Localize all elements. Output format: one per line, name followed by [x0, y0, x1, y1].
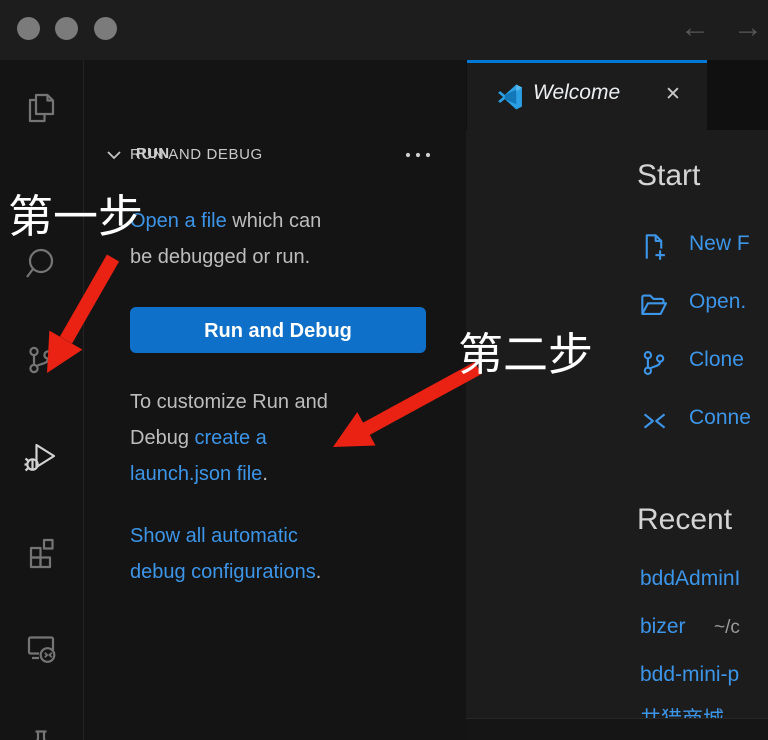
remote-explorer-icon — [23, 630, 59, 666]
more-actions-icon[interactable] — [400, 144, 436, 166]
recent-item-name[interactable]: bdd-mini-p — [640, 663, 739, 687]
show-all-configurations-text: Show all automatic debug configurations. — [130, 518, 440, 590]
forward-icon[interactable]: → — [733, 8, 763, 48]
start-heading: Start — [637, 159, 700, 193]
recent-item[interactable]: bddAdminI — [640, 557, 768, 605]
activity-item-remote-explorer[interactable] — [23, 630, 59, 666]
start-item-open[interactable]: Open. — [637, 276, 768, 334]
traffic-light-maximize-icon[interactable] — [94, 17, 117, 40]
recent-item-name[interactable]: 共猎商城 — [640, 703, 724, 718]
inline-link[interactable]: Open a file — [130, 210, 227, 232]
search-icon — [23, 246, 59, 282]
inline-text: Debug — [130, 427, 195, 449]
inline-link[interactable]: launch.json file — [130, 463, 262, 485]
open-folder-icon — [639, 290, 669, 325]
inline-link[interactable]: Show all automatic — [130, 525, 298, 547]
sidebar-run-and-debug: RUN AND DEBUG RUN Open a file which canb… — [83, 60, 466, 740]
back-icon[interactable]: ← — [680, 8, 710, 48]
recent-item-path: ~/c — [714, 617, 740, 639]
start-item-clone[interactable]: Clone — [637, 334, 768, 392]
inline-link[interactable]: create a — [195, 427, 267, 449]
tab-bar: Welcome ✕ — [466, 60, 768, 130]
start-item-label[interactable]: Open. — [689, 290, 746, 314]
traffic-light-minimize-icon[interactable] — [55, 17, 78, 40]
recent-item-name[interactable]: bizer — [640, 615, 686, 639]
titlebar: ← → — [0, 0, 768, 60]
start-item-label[interactable]: Conne — [689, 406, 751, 430]
start-item-label[interactable]: Clone — [689, 348, 744, 372]
editor-area: Welcome ✕ Start New F — [466, 60, 768, 740]
start-item-connect[interactable]: Conne — [637, 392, 768, 450]
run-and-debug-button[interactable]: Run and Debug — [130, 307, 426, 353]
connect-icon — [639, 406, 669, 441]
run-section-header[interactable]: RUN — [136, 145, 169, 162]
activity-item-testing[interactable] — [23, 726, 59, 740]
recent-heading: Recent — [637, 503, 732, 537]
testing-icon — [23, 726, 59, 740]
run-and-debug-icon — [23, 438, 59, 474]
new-file-icon — [639, 232, 669, 267]
activity-item-explorer[interactable] — [23, 90, 59, 126]
inline-text: be debugged or run. — [130, 246, 310, 268]
extensions-icon — [23, 534, 59, 570]
activity-item-search[interactable] — [23, 246, 59, 282]
start-item-label[interactable]: New F — [689, 232, 750, 256]
recent-item[interactable]: bdd-mini-p — [640, 653, 768, 701]
tab-label: Welcome — [533, 81, 620, 105]
activity-item-source-control[interactable] — [23, 342, 59, 378]
inline-text: which can — [227, 210, 322, 232]
source-control-icon — [23, 342, 59, 378]
inline-text: . — [316, 561, 322, 583]
start-list: New F Open. Clone — [637, 218, 768, 450]
customize-hint-text: To customize Run and Debug create a launch… — [130, 384, 440, 492]
vscode-logo-icon — [496, 83, 524, 116]
close-icon[interactable]: ✕ — [665, 83, 681, 106]
clone-repo-icon — [639, 348, 669, 383]
explorer-icon — [23, 90, 59, 126]
inline-text: To customize Run and — [130, 391, 328, 413]
tab-welcome[interactable]: Welcome ✕ — [467, 60, 707, 130]
activity-item-extensions[interactable] — [23, 534, 59, 570]
inline-text: . — [262, 463, 268, 485]
open-file-hint-text: Open a file which can be debugged or run. — [130, 203, 440, 275]
recent-item-clipped[interactable]: 共猎商城 — [640, 701, 768, 718]
recent-item[interactable]: bizer ~/c — [640, 605, 768, 653]
vscode-window: ← → — [0, 0, 768, 740]
inline-link[interactable]: debug configurations — [130, 561, 316, 583]
editor-bottom-strip — [466, 718, 768, 740]
activity-item-run-and-debug[interactable] — [23, 438, 59, 474]
recent-item-name[interactable]: bddAdminI — [640, 567, 740, 591]
traffic-light-close-icon[interactable] — [17, 17, 40, 40]
chevron-down-icon[interactable] — [102, 144, 126, 171]
recent-list: bddAdminI bizer ~/c bdd-mini-p — [640, 557, 768, 701]
activity-bar — [0, 60, 83, 740]
start-item-new-file[interactable]: New F — [637, 218, 768, 276]
